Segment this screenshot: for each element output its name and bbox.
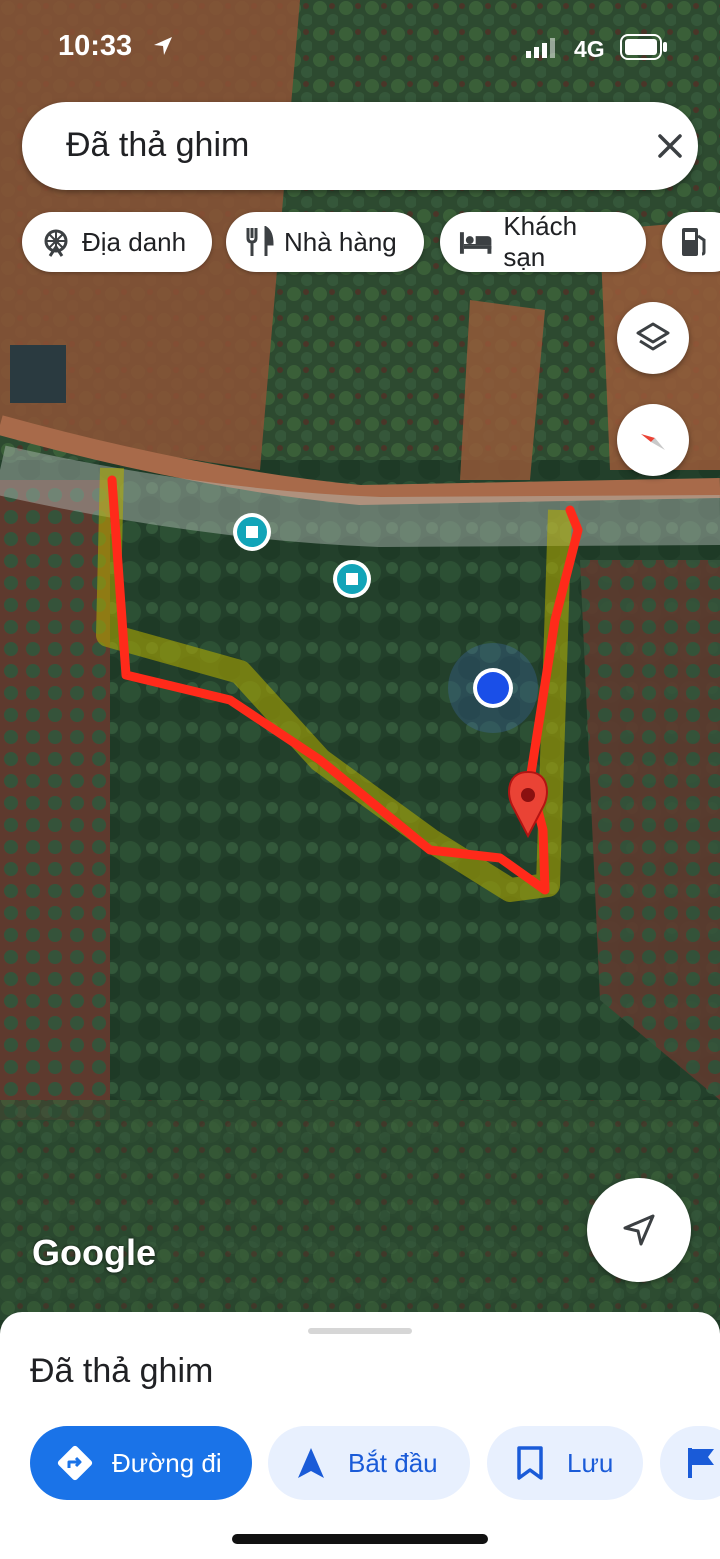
- search-bar[interactable]: Đã thả ghim: [22, 102, 698, 190]
- directions-icon: [57, 1445, 93, 1481]
- chip-attractions[interactable]: Địa danh: [22, 212, 212, 272]
- place-sheet[interactable]: Đã thả ghim Đường đi Bắt đầu Lưu: [0, 1312, 720, 1559]
- chip-gas[interactable]: [662, 212, 720, 272]
- network-type: 4G: [574, 36, 605, 62]
- gas-station-icon: [682, 228, 706, 256]
- poi-marker[interactable]: [333, 560, 371, 598]
- save-button[interactable]: Lưu: [487, 1426, 643, 1500]
- navigation-arrow-icon: [623, 1214, 655, 1246]
- bookmark-icon: [517, 1446, 543, 1480]
- start-button[interactable]: Bắt đầu: [268, 1426, 470, 1500]
- start-label: Bắt đầu: [348, 1447, 438, 1478]
- layers-button[interactable]: [617, 302, 689, 374]
- my-location-button[interactable]: [587, 1178, 691, 1282]
- place-title: Đã thả ghim: [30, 1352, 214, 1390]
- layers-icon: [636, 322, 670, 351]
- search-query[interactable]: Đã thả ghim: [66, 126, 249, 165]
- attractions-icon: [44, 229, 68, 257]
- compass-icon: [641, 434, 665, 450]
- hotel-icon: [459, 232, 492, 254]
- compass-button[interactable]: [617, 404, 689, 476]
- chip-hotels[interactable]: Khách sạn: [440, 211, 646, 272]
- status-bar: 10:33 4G: [0, 0, 720, 90]
- chip-restaurants[interactable]: Nhà hàng: [226, 212, 424, 272]
- chip-label: Địa danh: [82, 226, 187, 257]
- directions-label: Đường đi: [112, 1447, 222, 1478]
- battery-icon: [620, 34, 667, 60]
- home-indicator[interactable]: [232, 1534, 488, 1544]
- directions-button[interactable]: Đường đi: [30, 1426, 252, 1500]
- close-icon[interactable]: [652, 128, 688, 164]
- chip-label: Nhà hàng: [284, 226, 397, 257]
- location-arrow-icon: [154, 37, 172, 55]
- poi-marker[interactable]: [233, 513, 271, 551]
- satellite-map[interactable]: [0, 0, 720, 1320]
- signal-icon: [526, 38, 555, 58]
- sheet-drag-handle[interactable]: [308, 1328, 412, 1334]
- restaurant-icon: [246, 226, 274, 256]
- google-attribution: Google: [32, 1232, 156, 1273]
- status-time: 10:33: [58, 30, 133, 62]
- save-label: Lưu: [567, 1447, 614, 1478]
- flag-icon: [688, 1448, 714, 1478]
- flag-button[interactable]: [660, 1426, 720, 1500]
- navigation-icon: [298, 1448, 324, 1478]
- chip-label: Khách sạn: [503, 211, 578, 272]
- user-location-dot: [448, 643, 538, 733]
